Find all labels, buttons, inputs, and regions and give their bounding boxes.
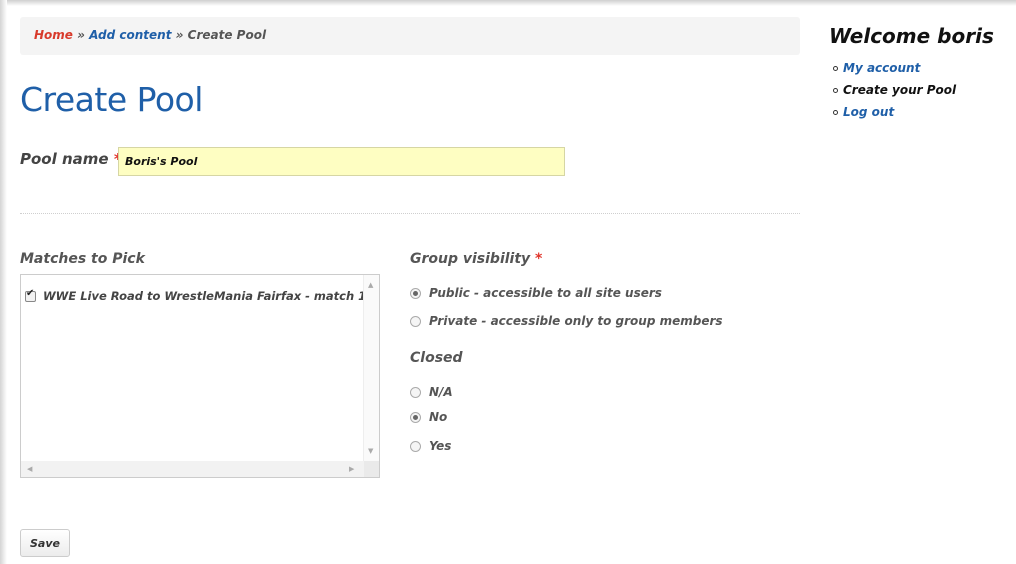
breadcrumb-current: Create Pool bbox=[187, 28, 267, 42]
pool-name-label: Pool name * bbox=[20, 150, 122, 168]
scroll-right-icon[interactable]: ▶ bbox=[349, 465, 354, 473]
horizontal-scrollbar[interactable]: ◀ ▶ bbox=[21, 461, 364, 477]
visibility-option-label: Private - accessible only to group membe… bbox=[429, 314, 723, 328]
closed-option-na[interactable]: N/A bbox=[410, 385, 453, 399]
vertical-scrollbar[interactable]: ▲ ▼ bbox=[363, 275, 379, 461]
scroll-left-icon[interactable]: ◀ bbox=[27, 465, 32, 473]
user-menu-item: Log out bbox=[832, 104, 956, 126]
closed-radio-na[interactable] bbox=[410, 386, 421, 398]
user-menu-item: My account bbox=[832, 60, 956, 82]
closed-radio-yes[interactable] bbox=[410, 440, 421, 452]
closed-option-no[interactable]: No bbox=[410, 410, 447, 424]
visibility-option-label: Public - accessible to all site users bbox=[429, 286, 662, 300]
user-menu: My account Create your Pool Log out bbox=[832, 60, 956, 126]
breadcrumb-separator: » bbox=[175, 28, 184, 42]
breadcrumb-home-link[interactable]: Home bbox=[34, 28, 73, 42]
match-option-label: WWE Live Road to WrestleMania Fairfax - … bbox=[43, 289, 367, 303]
window-left-shadow bbox=[0, 0, 7, 564]
visibility-option-private[interactable]: Private - accessible only to group membe… bbox=[410, 314, 723, 328]
matches-label: Matches to Pick bbox=[20, 251, 145, 267]
breadcrumb-separator: » bbox=[77, 28, 85, 42]
welcome-heading: Welcome boris bbox=[829, 24, 994, 48]
create-pool-link-active[interactable]: Create your Pool bbox=[843, 83, 956, 97]
group-visibility-label: Group visibility * bbox=[410, 251, 542, 267]
visibility-radio-public[interactable] bbox=[410, 287, 421, 299]
log-out-link[interactable]: Log out bbox=[843, 105, 894, 119]
closed-option-label: Yes bbox=[429, 439, 452, 453]
closed-option-label: No bbox=[429, 410, 448, 424]
match-option[interactable]: WWE Live Road to WrestleMania Fairfax - … bbox=[25, 288, 367, 303]
window-top-shadow bbox=[0, 0, 1016, 6]
closed-option-label: N/A bbox=[429, 385, 453, 399]
pool-name-label-text: Pool name bbox=[20, 150, 109, 168]
closed-option-yes[interactable]: Yes bbox=[410, 439, 451, 453]
scrollbar-corner bbox=[364, 461, 379, 477]
matches-listbox[interactable]: WWE Live Road to WrestleMania Fairfax - … bbox=[20, 274, 380, 478]
breadcrumb: Home » Add content » Create Pool bbox=[20, 17, 800, 55]
closed-radio-no[interactable] bbox=[410, 411, 421, 423]
scroll-up-icon[interactable]: ▲ bbox=[368, 281, 373, 289]
required-marker: * bbox=[535, 251, 543, 267]
visibility-radio-private[interactable] bbox=[410, 315, 421, 327]
page-title: Create Pool bbox=[20, 80, 203, 119]
visibility-option-public[interactable]: Public - accessible to all site users bbox=[410, 286, 662, 300]
save-button[interactable]: Save bbox=[20, 529, 70, 557]
closed-label: Closed bbox=[410, 350, 463, 366]
scroll-down-icon[interactable]: ▼ bbox=[368, 447, 373, 455]
section-divider bbox=[20, 213, 800, 214]
breadcrumb-add-content-link[interactable]: Add content bbox=[89, 28, 171, 42]
match-checkbox[interactable] bbox=[25, 288, 36, 302]
user-menu-item: Create your Pool bbox=[832, 82, 956, 104]
group-visibility-label-text: Group visibility bbox=[410, 251, 531, 267]
my-account-link[interactable]: My account bbox=[843, 61, 920, 75]
pool-name-input[interactable] bbox=[118, 147, 565, 176]
